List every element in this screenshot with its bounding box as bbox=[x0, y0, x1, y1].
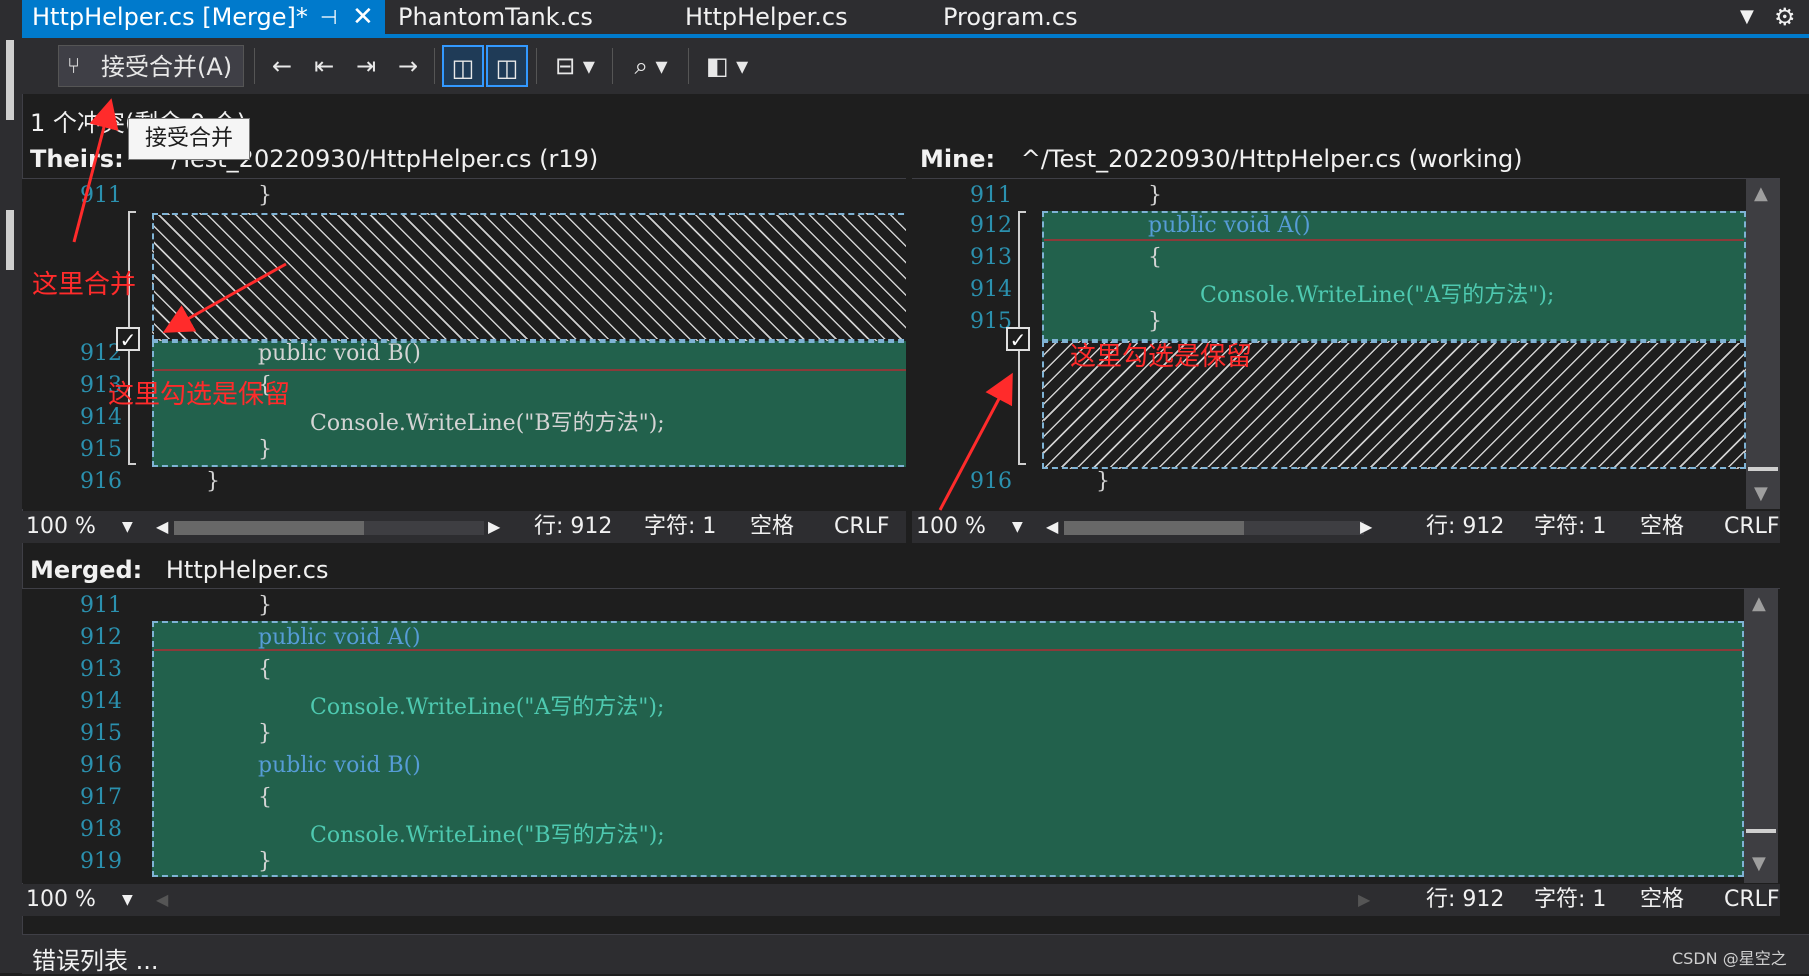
annotation-keep-right: 这里勾选是保留 bbox=[1070, 342, 1253, 372]
annotation-keep-left: 这里勾选是保留 bbox=[108, 380, 291, 410]
annotation-merge-here: 这里合并 bbox=[32, 270, 137, 300]
annotation-arrow bbox=[162, 262, 287, 333]
annotation-arrow bbox=[72, 98, 119, 243]
annotation-arrow bbox=[938, 372, 1013, 511]
annotation-arrows bbox=[72, 98, 1013, 511]
